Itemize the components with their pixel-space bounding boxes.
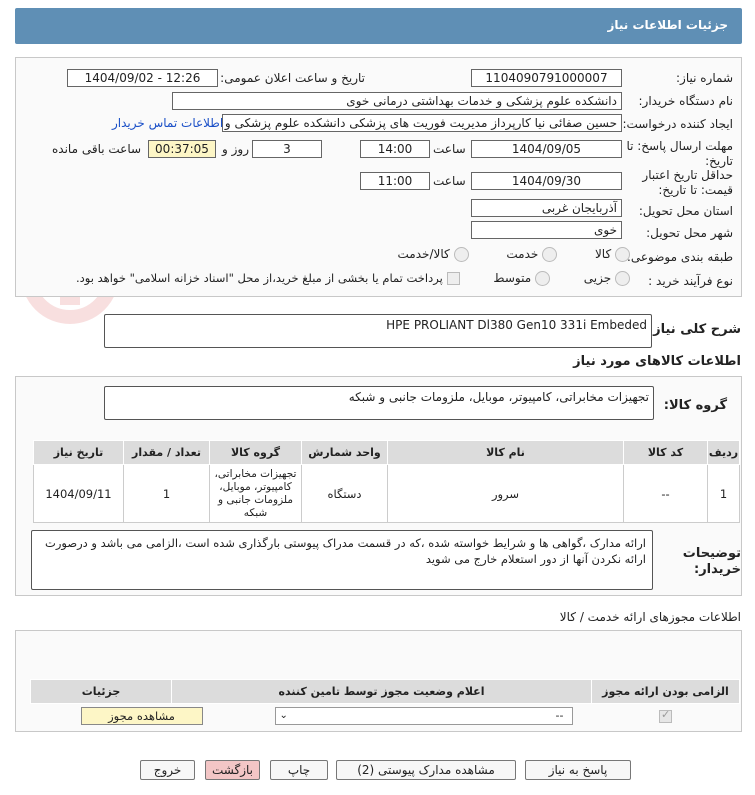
cell-unit: دستگاه	[301, 464, 388, 523]
buyer-notes-field: ارائه مدارک ،گواهی ها و شرایط خواسته شده…	[31, 530, 653, 590]
category-option-service: خدمت	[506, 247, 539, 261]
reply-days-label: روز و	[222, 142, 249, 156]
permits-table: الزامی بودن ارائه مجوز اعلام وضعیت مجوز …	[30, 679, 740, 728]
cell-row: 1	[707, 464, 740, 523]
treasury-note: پرداخت تمام یا بخشی از مبلغ خرید،از محل …	[76, 271, 443, 285]
province-label: استان محل تحویل:	[638, 204, 733, 218]
need-number-field: 1104090791000007	[471, 69, 622, 87]
requester-label: ایجاد کننده درخواست:	[622, 117, 733, 131]
col-qty-header: تعداد / مقدار	[123, 440, 210, 465]
permit-required-checkbox[interactable]: ✓	[659, 707, 672, 723]
goods-table: ردیف کد کالا نام کالا واحد شمارش گروه کا…	[33, 440, 740, 523]
category-radio-service[interactable]	[542, 247, 558, 262]
attachments-button[interactable]: مشاهده مدارک پیوستی (2)	[336, 760, 516, 780]
price-validity-date-field: 1404/09/30	[471, 172, 622, 190]
permit-details-header: جزئیات	[30, 679, 172, 704]
price-validity-label: حداقل تاریخ اعتبار قیمت: تا تاریخ:	[642, 168, 733, 197]
goods-group-field: تجهیزات مخابراتی، کامپیوتر، موبایل، ملزو…	[104, 386, 654, 420]
goods-group-label: گروه کالا:	[663, 398, 727, 413]
reply-deadline-label: مهلت ارسال پاسخ: تا تاریخ:	[626, 139, 733, 168]
city-label: شهر محل تحویل:	[646, 226, 733, 240]
reply-remaining-field: 00:37:05	[148, 140, 216, 158]
summary-field: HPE PROLIANT Dl380 Gen10 331i Embeded	[104, 314, 652, 348]
permit-details-cell: مشاهده مجوز	[31, 704, 203, 728]
col-unit-header: واحد شمارش	[301, 440, 388, 465]
col-group-header: گروه کالا	[209, 440, 302, 465]
reply-days-field: 3	[252, 140, 322, 158]
permits-header-row: الزامی بودن ارائه مجوز اعلام وضعیت مجوز …	[30, 679, 740, 704]
category-option-goods: کالا	[594, 247, 612, 261]
permit-required-cell: ✓	[592, 704, 740, 728]
reply-button[interactable]: پاسخ به نیاز	[525, 760, 631, 780]
summary-text: HPE PROLIANT Dl380 Gen10 331i Embeded	[386, 318, 647, 332]
page-title: جزئیات اطلاعات نیاز	[607, 18, 728, 32]
province-field: آذربایجان غربی	[471, 199, 622, 217]
reply-deadline-time-field: 14:00	[360, 140, 430, 158]
category-option-goods-service: کالا/خدمت	[397, 247, 450, 261]
check-icon: ✓	[661, 707, 671, 721]
need-number-label: شماره نیاز:	[676, 71, 733, 85]
print-button[interactable]: چاپ	[270, 760, 328, 780]
requester-field: حسین صفائی نیا کارپرداز مدیریت فوریت های…	[222, 114, 622, 132]
category-label: طبقه بندی موضوعی:	[626, 250, 733, 264]
contact-buyer-link[interactable]: اطلاعات تماس خریدار	[112, 116, 223, 130]
category-radio-goods-service[interactable]	[453, 247, 469, 262]
cell-date: 1404/09/11	[33, 464, 124, 523]
buyer-org-label: نام دستگاه خریدار:	[638, 94, 734, 108]
col-name-header: نام کالا	[387, 440, 624, 465]
goods-table-header-row: ردیف کد کالا نام کالا واحد شمارش گروه کا…	[33, 440, 740, 465]
reply-deadline-date-field: 1404/09/05	[471, 140, 622, 158]
chevron-down-icon: ⌄	[279, 709, 288, 721]
process-radio-minor[interactable]	[615, 271, 630, 286]
cell-name: سرور	[387, 464, 624, 523]
treasury-checkbox[interactable]	[446, 272, 460, 285]
goods-group-text: تجهیزات مخابراتی، کامپیوتر، موبایل، ملزو…	[348, 390, 649, 404]
buyer-notes-text: ارائه مدارک ،گواهی ها و شرایط خواسته شده…	[45, 536, 646, 566]
buyer-notes-label: توضیحات خریدار:	[682, 546, 741, 577]
goods-info-title: اطلاعات کالاهای مورد نیاز	[573, 354, 741, 369]
announce-datetime-label: تاریخ و ساعت اعلان عمومی:	[220, 71, 365, 85]
back-button[interactable]: بازگشت	[205, 760, 260, 780]
city-field: خوی	[471, 221, 622, 239]
exit-button[interactable]: خروج	[140, 760, 195, 780]
process-option-medium: متوسط	[493, 271, 532, 285]
summary-label: شرح کلی نیاز:	[647, 322, 741, 337]
permit-select-value: --	[555, 708, 564, 722]
reply-time-label: ساعت	[433, 142, 466, 156]
permit-required-header: الزامی بودن ارائه مجوز	[591, 679, 740, 704]
process-option-minor: جزیی	[583, 271, 612, 285]
col-row-header: ردیف	[707, 440, 740, 465]
cell-qty: 1	[123, 464, 210, 523]
category-options: کالا خدمت کالا/خدمت	[398, 247, 630, 262]
price-time-label: ساعت	[433, 174, 466, 188]
cell-group: تجهیزات مخابراتی، کامپیوتر، موبایل، ملزو…	[209, 464, 302, 523]
process-radio-medium[interactable]	[534, 271, 550, 286]
permit-status-select[interactable]: -- ⌄	[274, 706, 573, 725]
reply-remaining-label: ساعت باقی مانده	[52, 142, 142, 156]
permit-status-cell: -- ⌄	[172, 704, 592, 728]
announce-datetime-field: 1404/09/02 - 12:26	[67, 69, 218, 87]
col-code-header: کد کالا	[623, 440, 708, 465]
table-row: ✓ -- ⌄ مشاهده مجوز	[31, 704, 740, 728]
category-radio-goods[interactable]	[615, 247, 630, 262]
page-header: جزئیات اطلاعات نیاز	[15, 8, 742, 44]
permit-status-header: اعلام وضعیت مجوز توسط تامین کننده	[171, 679, 592, 704]
view-permit-button[interactable]: مشاهده مجوز	[80, 706, 203, 725]
table-row: 1 -- سرور دستگاه تجهیزات مخابراتی، کامپی…	[33, 464, 740, 523]
permits-title: اطلاعات مجوزهای ارائه خدمت / کالا	[559, 610, 741, 624]
price-validity-time-field: 11:00	[360, 172, 430, 190]
process-options: جزیی متوسط پرداخت تمام یا بخشی از مبلغ خ…	[76, 271, 630, 286]
col-date-header: تاریخ نیاز	[33, 440, 124, 465]
process-label: نوع فرآیند خرید :	[648, 274, 733, 288]
cell-code: --	[623, 464, 708, 523]
buyer-org-field: دانشکده علوم پزشکی و خدمات بهداشتی درمان…	[172, 92, 622, 110]
